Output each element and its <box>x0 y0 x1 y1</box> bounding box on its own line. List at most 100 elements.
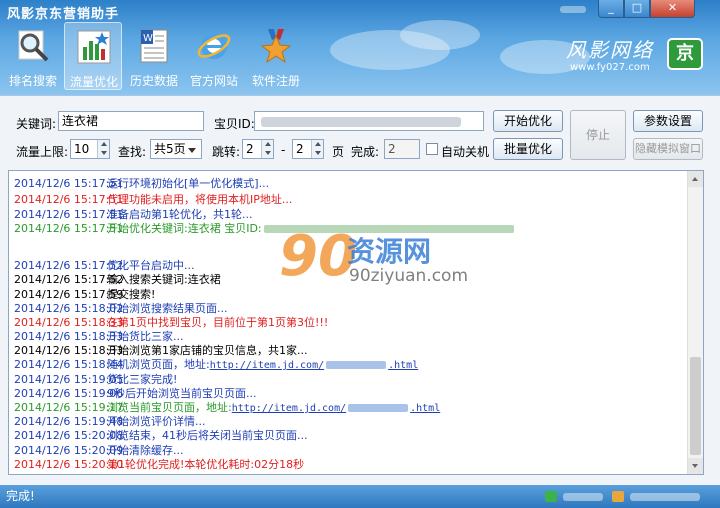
log-timestamp: 2014/12/6 15:17:52 <box>14 273 124 286</box>
traffic-limit-label: 流量上限: <box>16 145 69 159</box>
log-row: 2014/12/6 15:20:08浏览结束，41秒后将关闭当前宝贝页面... <box>14 429 308 443</box>
log-message: 优化平台启动中... <box>107 259 195 272</box>
log-row: 2014/12/6 15:17:52输入搜索关键词:连衣裙 <box>14 273 221 287</box>
auto-shutdown-checkbox[interactable] <box>426 143 438 155</box>
svg-text:W: W <box>143 33 153 44</box>
log-timestamp: 2014/12/6 15:17:51 <box>14 208 124 221</box>
redacted-id <box>348 404 409 412</box>
log-message: 开始浏览搜索结果页面... <box>107 302 228 315</box>
settings-panel: 关键词: 连衣裙 宝贝ID: 流量上限: 10 查找: 共5页 跳转: 2 - … <box>0 95 720 170</box>
keyword-input[interactable]: 连衣裙 <box>58 111 204 131</box>
log-timestamp: 2014/12/6 15:18:33 <box>14 344 124 357</box>
stop-button[interactable]: 停止 <box>570 110 626 160</box>
medal-star-icon <box>260 29 292 64</box>
close-button[interactable]: ✕ <box>650 0 695 18</box>
log-timestamp: 2014/12/6 15:19:48 <box>14 415 124 428</box>
jump-unit: 页 <box>332 145 345 159</box>
log-row: 2014/12/6 15:19:05货比三家完成! <box>14 373 177 387</box>
scroll-up-arrow[interactable] <box>688 171 703 187</box>
toolbar-label: 软件注册 <box>251 74 300 88</box>
toolbar-software-register[interactable]: 软件注册 <box>247 22 305 90</box>
log-row: 2014/12/6 15:19:48开始浏览评价详情... <box>14 415 206 429</box>
log-message: 开始货比三家... <box>107 330 184 343</box>
log-message: 代理功能未启用，将使用本机IP地址... <box>107 193 293 206</box>
log-timestamp: 2014/12/6 15:18:02 <box>14 302 124 315</box>
document-icon: W <box>140 29 168 63</box>
log-row: 2014/12/6 15:17:51代理功能未启用，将使用本机IP地址... <box>14 193 292 207</box>
log-panel[interactable]: 2014/12/6 15:17:51运行环境初始化[单一优化模式]... 2014… <box>8 170 704 475</box>
toolbar-official-site[interactable]: 官方网站 <box>185 22 243 90</box>
auto-shutdown-label: 自动关机 <box>441 145 490 159</box>
redacted-id <box>326 361 387 369</box>
minimize-button[interactable]: _ <box>598 0 624 18</box>
log-row: 2014/12/6 15:19:17浏览当前宝贝页面，地址:http://ite… <box>14 401 440 415</box>
stepper-arrows[interactable] <box>97 140 109 158</box>
log-link-suffix: .html <box>410 403 441 414</box>
stepper-arrows[interactable] <box>261 140 273 158</box>
log-message: 浏览当前宝贝页面，地址: <box>107 401 232 414</box>
app-window: 风影京东营销助手 _ □ ✕ 排名搜索 流量优化 W 历史数据 官方网站 软件注… <box>0 0 720 508</box>
maximize-button[interactable]: □ <box>624 0 650 18</box>
jump-to-stepper[interactable]: 2 <box>292 139 324 159</box>
title-decoration <box>560 6 586 13</box>
log-timestamp: 2014/12/6 15:17:51 <box>14 222 124 235</box>
scroll-down-arrow[interactable] <box>688 458 703 474</box>
toolbar-ranking-search[interactable]: 排名搜索 <box>4 22 62 90</box>
log-message: 运行环境初始化[单一优化模式]... <box>107 177 270 190</box>
log-timestamp: 2014/12/6 15:19:05 <box>14 373 124 386</box>
log-row: 2014/12/6 15:17:59提交搜索! <box>14 288 155 302</box>
log-message: 开始浏览评价详情... <box>107 415 206 428</box>
log-message: 准备启动第1轮优化，共1轮... <box>107 208 253 221</box>
watermark: 90 资源网 90ziyuan.com <box>279 226 519 296</box>
log-scrollbar[interactable] <box>687 171 703 474</box>
watermark-url: 90ziyuan.com <box>349 266 469 286</box>
log-row: 2014/12/6 15:18:44随机浏览页面，地址:http://item.… <box>14 358 418 372</box>
jump-from-stepper[interactable]: 2 <box>242 139 274 159</box>
info-icon <box>612 491 624 502</box>
jump-from-value: 2 <box>246 142 254 156</box>
log-timestamp: 2014/12/6 15:20:10 <box>14 458 124 471</box>
hide-browser-window-button[interactable]: 隐藏模拟窗口 <box>633 138 703 160</box>
log-link[interactable]: http://item.jd.com/ .html <box>210 360 419 371</box>
app-title: 风影京东营销助手 <box>7 7 120 22</box>
done-label: 完成: <box>351 145 380 159</box>
batch-optimize-button[interactable]: 批量优化 <box>493 138 563 160</box>
param-settings-button[interactable]: 参数设置 <box>633 110 703 132</box>
log-timestamp: 2014/12/6 15:17:51 <box>14 193 124 206</box>
log-message: 9秒后开始浏览当前宝贝页面... <box>107 387 257 400</box>
log-message: 开始优化关键词:连衣裙 宝贝ID: <box>107 222 262 235</box>
log-message: 提交搜索! <box>107 288 156 301</box>
toolbar-history-data[interactable]: W 历史数据 <box>125 22 183 90</box>
log-timestamp: 2014/12/6 15:17:51 <box>14 177 124 190</box>
brand-url: www.fy027.com <box>570 62 650 73</box>
start-optimize-button[interactable]: 开始优化 <box>493 110 563 132</box>
log-message: 输入搜索关键词:连衣裙 <box>107 273 221 286</box>
watermark-title: 资源网 <box>347 235 432 268</box>
log-message: 在第1页中找到宝贝，目前位于第1页第3位!!! <box>107 316 329 329</box>
toolbar-traffic-optimize[interactable]: 流量优化 <box>64 22 122 90</box>
log-row: 2014/12/6 15:17:51运行环境初始化[单一优化模式]... <box>14 177 269 191</box>
keyword-label: 关键词: <box>16 117 57 131</box>
scroll-thumb[interactable] <box>690 357 701 455</box>
log-link-prefix: http://item.jd.com/ <box>231 403 347 414</box>
log-link[interactable]: http://item.jd.com/ .html <box>232 403 441 414</box>
log-message: 第1轮优化完成!本轮优化耗时:02分18秒 <box>107 458 305 471</box>
header-bar: 风影京东营销助手 _ □ ✕ 排名搜索 流量优化 W 历史数据 官方网站 软件注… <box>0 0 720 95</box>
stepper-arrows[interactable] <box>311 140 323 158</box>
traffic-limit-stepper[interactable]: 10 <box>70 139 110 159</box>
log-message: 货比三家完成! <box>107 373 178 386</box>
log-row: 2014/12/6 15:18:33开始浏览第1家店铺的宝贝信息，共1家... <box>14 344 308 358</box>
traffic-limit-value: 10 <box>74 142 90 156</box>
jump-to-value: 2 <box>296 142 304 156</box>
log-timestamp: 2014/12/6 15:18:33 <box>14 316 124 329</box>
log-timestamp: 2014/12/6 15:20:09 <box>14 444 124 457</box>
find-pages-select[interactable]: 共5页 <box>150 139 202 159</box>
toolbar-label: 流量优化 <box>69 75 118 89</box>
log-timestamp: 2014/12/6 15:17:52 <box>14 259 124 272</box>
log-message: 浏览结束，41秒后将关闭当前宝贝页面... <box>107 429 308 442</box>
toolbar-label: 官方网站 <box>189 74 238 88</box>
baobei-id-input[interactable] <box>254 111 484 131</box>
magnifier-icon <box>18 30 49 62</box>
log-timestamp: 2014/12/6 15:20:08 <box>14 429 124 442</box>
log-row: 2014/12/6 15:20:09开始清除缓存... <box>14 444 184 458</box>
